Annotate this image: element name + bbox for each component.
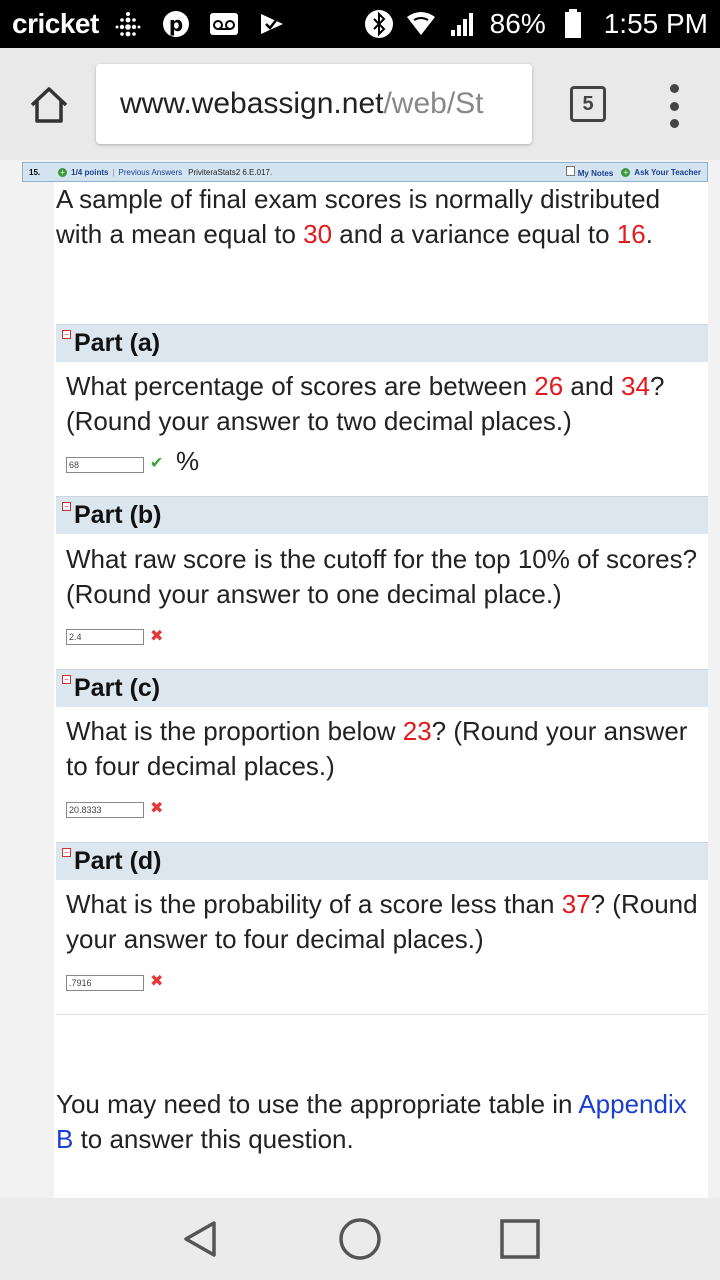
collapse-icon[interactable]: −: [62, 848, 71, 857]
part-a-question: What percentage of scores are between 26…: [66, 371, 665, 436]
question-actions: My Notes + Ask Your Teacher: [565, 166, 701, 178]
part-d-answer-input[interactable]: .7916: [66, 975, 144, 991]
separator: |: [112, 167, 115, 177]
part-c-title: Part (c): [74, 674, 161, 702]
variance-value: 16: [616, 219, 646, 249]
part-b-answer-input[interactable]: 2.4: [66, 629, 144, 645]
my-notes-label: My Notes: [577, 169, 614, 178]
incorrect-x-icon: ✖: [150, 800, 164, 817]
expand-icon[interactable]: +: [58, 167, 68, 177]
bluetooth-icon: [364, 9, 394, 39]
check-app-icon: [257, 9, 287, 39]
navigation-bar: [0, 1198, 720, 1280]
recents-icon[interactable]: [496, 1215, 544, 1263]
tab-switcher-button[interactable]: 5: [570, 86, 606, 122]
home-icon[interactable]: [28, 84, 70, 126]
part-a-answer-input[interactable]: 68: [66, 457, 144, 473]
part-a-header[interactable]: − Part (a): [56, 324, 708, 362]
part-d-title: Part (d): [74, 847, 162, 875]
part-d-question: What is the probability of a score less …: [66, 889, 698, 954]
part-b-title: Part (b): [74, 501, 162, 529]
note-icon: [565, 166, 575, 176]
svg-text:p: p: [169, 12, 183, 36]
ask-teacher-button[interactable]: + Ask Your Teacher: [621, 167, 701, 177]
part-a-title: Part (a): [74, 329, 161, 357]
my-notes-button[interactable]: My Notes: [565, 166, 614, 178]
question-number: 15.: [29, 167, 41, 177]
status-right: 86% 1:55 PM: [364, 8, 708, 40]
overflow-menu-icon[interactable]: [662, 84, 686, 128]
question-content: A sample of final exam scores is normall…: [54, 182, 708, 1198]
collapse-icon[interactable]: −: [62, 502, 71, 511]
clipped-text: [56, 1190, 706, 1198]
incorrect-x-icon: ✖: [150, 628, 164, 645]
clock: 1:55 PM: [603, 8, 708, 39]
wifi-icon: [406, 9, 436, 39]
home-circle-icon[interactable]: [336, 1215, 384, 1263]
percent-unit: %: [176, 446, 200, 476]
question-points: 1/4 points: [71, 167, 109, 177]
part-d-header[interactable]: − Part (d): [56, 842, 708, 880]
part-c-answer-input[interactable]: 20.8333: [66, 802, 144, 818]
web-page: 15. + 1/4 points | Previous Answers Priv…: [0, 160, 720, 1198]
part-c-question: What is the proportion below 23? (Round …: [66, 716, 688, 781]
carrier-name: cricket: [12, 8, 99, 39]
url-domain: www.webassign.net: [120, 87, 384, 120]
question-header: 15. + 1/4 points | Previous Answers Priv…: [22, 162, 708, 182]
divider: [56, 1014, 708, 1015]
battery-icon: [558, 9, 588, 39]
ask-teacher-label: Ask Your Teacher: [634, 167, 701, 177]
signal-icon: [448, 9, 478, 39]
notification-icons: p: [113, 9, 287, 39]
pinterest-icon: p: [161, 9, 191, 39]
mean-value: 30: [303, 219, 333, 249]
previous-answers-link[interactable]: Previous Answers: [119, 168, 183, 177]
url-path: /web/St: [383, 87, 484, 120]
incorrect-x-icon: ✖: [150, 973, 164, 990]
plus-icon: +: [621, 167, 631, 177]
part-b-header[interactable]: − Part (b): [56, 496, 708, 534]
correct-check-icon: ✔: [150, 455, 164, 472]
voicemail-icon: [209, 9, 239, 39]
status-bar: cricket p 86% 1:55 PM: [0, 0, 720, 48]
question-source: PriviteraStats2 6.E.017.: [188, 167, 273, 177]
browser-toolbar: www.webassign.net/web/St 5: [0, 48, 720, 160]
collapse-icon[interactable]: −: [62, 675, 71, 684]
appendix-note: You may need to use the appropriate tabl…: [56, 1089, 687, 1154]
tab-count: 5: [582, 92, 594, 115]
collapse-icon[interactable]: −: [62, 330, 71, 339]
question-intro: A sample of final exam scores is normall…: [56, 184, 661, 249]
fitbit-icon: [113, 9, 143, 39]
url-bar[interactable]: www.webassign.net/web/St: [96, 64, 532, 144]
part-c-header[interactable]: − Part (c): [56, 669, 708, 707]
battery-percent: 86%: [489, 8, 546, 39]
back-icon[interactable]: [176, 1215, 224, 1263]
part-b-question: What raw score is the cutoff for the top…: [66, 544, 698, 609]
